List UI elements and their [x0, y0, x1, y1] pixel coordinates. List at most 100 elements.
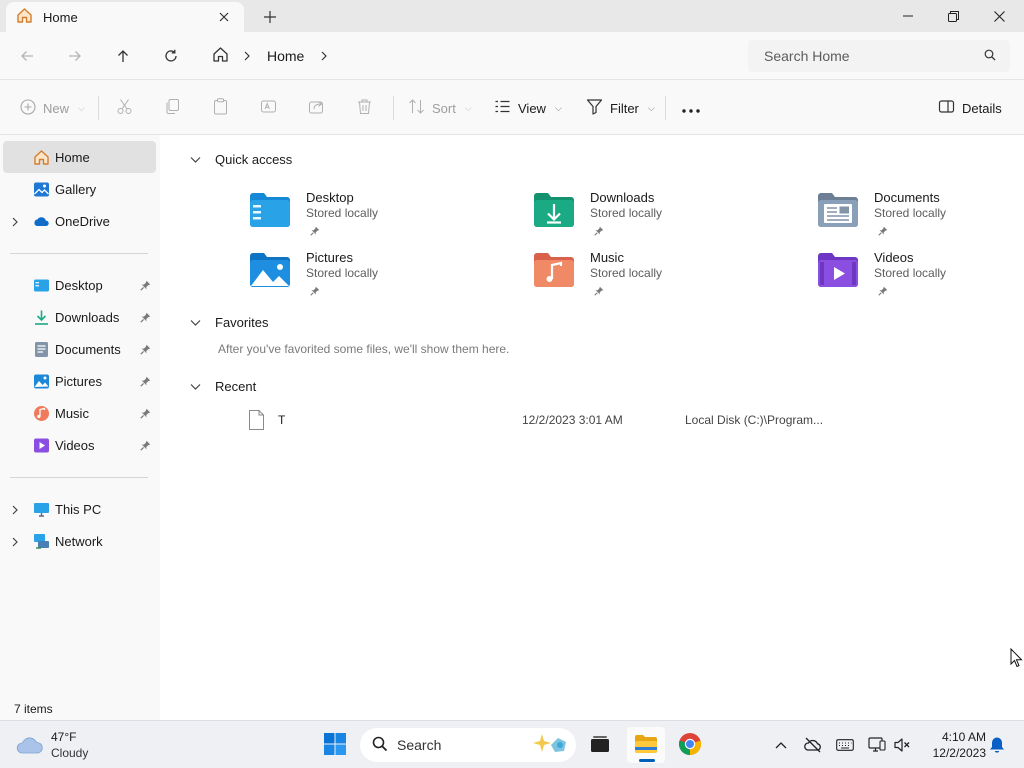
sidebar-item-label: Home — [55, 149, 90, 165]
navigation-pane: Home Gallery OneDrive Desktop Downloads — [0, 135, 160, 720]
back-button[interactable] — [12, 42, 42, 70]
system-clock[interactable]: 4:10 AM 12/2/2023 — [916, 729, 986, 761]
folder-tile-music[interactable]: Music Stored locally — [532, 250, 792, 306]
delete-button[interactable] — [356, 93, 373, 123]
copy-button[interactable] — [164, 93, 181, 123]
pin-icon[interactable] — [140, 279, 151, 294]
sidebar-item-pictures[interactable]: Pictures — [3, 365, 156, 397]
folder-tile-documents[interactable]: Documents Stored locally — [816, 190, 1024, 246]
pin-icon[interactable] — [140, 439, 151, 454]
close-window-button[interactable] — [976, 0, 1022, 32]
task-view-button[interactable] — [581, 727, 619, 763]
documents-folder-icon — [33, 341, 50, 358]
folder-tile-downloads[interactable]: Downloads Stored locally — [532, 190, 792, 246]
breadcrumb-home[interactable]: Home — [267, 48, 304, 64]
more-icon — [682, 101, 700, 116]
share-button[interactable] — [308, 93, 325, 123]
onedrive-offline-icon[interactable] — [803, 735, 823, 755]
paste-button[interactable] — [212, 93, 229, 123]
chrome-taskbar-button[interactable] — [671, 727, 709, 763]
network-status-icon[interactable] — [867, 735, 887, 755]
see-more-button[interactable] — [682, 93, 700, 123]
sidebar-item-documents[interactable]: Documents — [3, 333, 156, 365]
taskbar: 47°F Cloudy Search 4:10 AM 12/2/2023 — [0, 720, 1024, 768]
paste-icon — [212, 98, 229, 118]
recent-header[interactable]: Recent — [190, 379, 256, 394]
cut-button[interactable] — [116, 93, 133, 123]
rename-button[interactable] — [260, 93, 277, 123]
tab-home[interactable]: Home — [6, 2, 244, 32]
sidebar-item-videos[interactable]: Videos — [3, 429, 156, 461]
home-icon — [16, 7, 33, 27]
chevron-right-icon[interactable] — [320, 49, 328, 64]
search-box[interactable] — [748, 40, 1010, 72]
minimize-button[interactable] — [885, 0, 931, 32]
volume-muted-icon[interactable] — [892, 735, 912, 755]
sidebar-item-network[interactable]: Network — [3, 525, 156, 557]
sidebar-item-downloads[interactable]: Downloads — [3, 301, 156, 333]
search-input[interactable] — [764, 48, 984, 64]
start-button[interactable] — [316, 727, 354, 763]
taskbar-search[interactable]: Search — [360, 728, 576, 762]
chevron-right-icon[interactable] — [11, 535, 19, 550]
sidebar-item-gallery[interactable]: Gallery — [3, 173, 156, 205]
weather-widget[interactable]: 47°F Cloudy — [16, 729, 126, 763]
pin-icon[interactable] — [140, 311, 151, 326]
refresh-button[interactable] — [156, 42, 186, 70]
restore-button[interactable] — [930, 0, 976, 32]
close-tab-icon[interactable] — [214, 7, 234, 27]
forward-button[interactable] — [60, 42, 90, 70]
pin-icon — [594, 284, 604, 299]
chevron-down-icon[interactable] — [190, 152, 201, 167]
details-pane-button[interactable]: Details — [938, 93, 1002, 123]
notification-bell-icon[interactable] — [987, 735, 1007, 755]
file-explorer-taskbar-button[interactable] — [627, 727, 665, 763]
sidebar-item-music[interactable]: Music — [3, 397, 156, 429]
new-tab-button[interactable] — [258, 6, 282, 28]
gallery-icon — [33, 181, 50, 198]
breadcrumb[interactable]: Home — [200, 40, 738, 72]
chevron-right-icon[interactable] — [11, 503, 19, 518]
mouse-cursor-icon — [1010, 647, 1023, 671]
sidebar-item-desktop[interactable]: Desktop — [3, 269, 156, 301]
sidebar-item-this-pc[interactable]: This PC — [3, 493, 156, 525]
pin-icon[interactable] — [140, 375, 151, 390]
copy-icon — [164, 98, 181, 118]
pin-icon[interactable] — [140, 343, 151, 358]
view-button[interactable]: View ⌵ — [494, 93, 562, 123]
chevron-down-icon[interactable] — [190, 315, 201, 330]
sidebar-item-label: Downloads — [55, 309, 120, 325]
folder-tile-pictures[interactable]: Pictures Stored locally — [248, 250, 508, 306]
home-icon[interactable] — [212, 46, 229, 66]
chevron-right-icon[interactable] — [243, 49, 251, 64]
keyboard-icon[interactable] — [835, 735, 855, 755]
sidebar-divider — [10, 477, 148, 478]
chevron-right-icon[interactable] — [11, 215, 19, 230]
new-button[interactable]: New ⌵ — [20, 93, 85, 123]
sidebar-item-home[interactable]: Home — [3, 141, 156, 173]
folder-tile-desktop[interactable]: Desktop Stored locally — [248, 190, 508, 246]
show-hidden-icons-button[interactable] — [771, 735, 791, 755]
active-indicator — [639, 759, 655, 762]
recent-file-row[interactable]: T 12/2/2023 3:01 AM Local Disk (C:)\Prog… — [248, 409, 928, 433]
new-label: New — [43, 100, 70, 116]
chevron-down-icon: ⌵ — [78, 102, 85, 113]
videos-folder-icon — [816, 250, 860, 290]
section-title: Favorites — [215, 315, 269, 330]
pin-icon[interactable] — [140, 407, 151, 422]
sidebar-item-onedrive[interactable]: OneDrive — [3, 205, 156, 237]
section-title: Recent — [215, 379, 257, 394]
favorites-header[interactable]: Favorites — [190, 315, 268, 330]
search-icon[interactable] — [984, 49, 996, 64]
view-icon — [494, 98, 511, 118]
sort-button[interactable]: Sort ⌵ — [408, 93, 472, 123]
sidebar-item-label: Documents — [55, 341, 121, 357]
up-button[interactable] — [108, 42, 138, 70]
filter-button[interactable]: Filter ⌵ — [586, 93, 655, 123]
folder-tile-videos[interactable]: Videos Stored locally — [816, 250, 1024, 306]
chevron-down-icon[interactable] — [190, 379, 201, 394]
favorites-empty-message: After you've favorited some files, we'll… — [218, 342, 510, 356]
add-circle-icon — [20, 98, 36, 118]
quick-access-header[interactable]: Quick access — [190, 152, 292, 167]
folder-location: Stored locally — [590, 206, 663, 220]
